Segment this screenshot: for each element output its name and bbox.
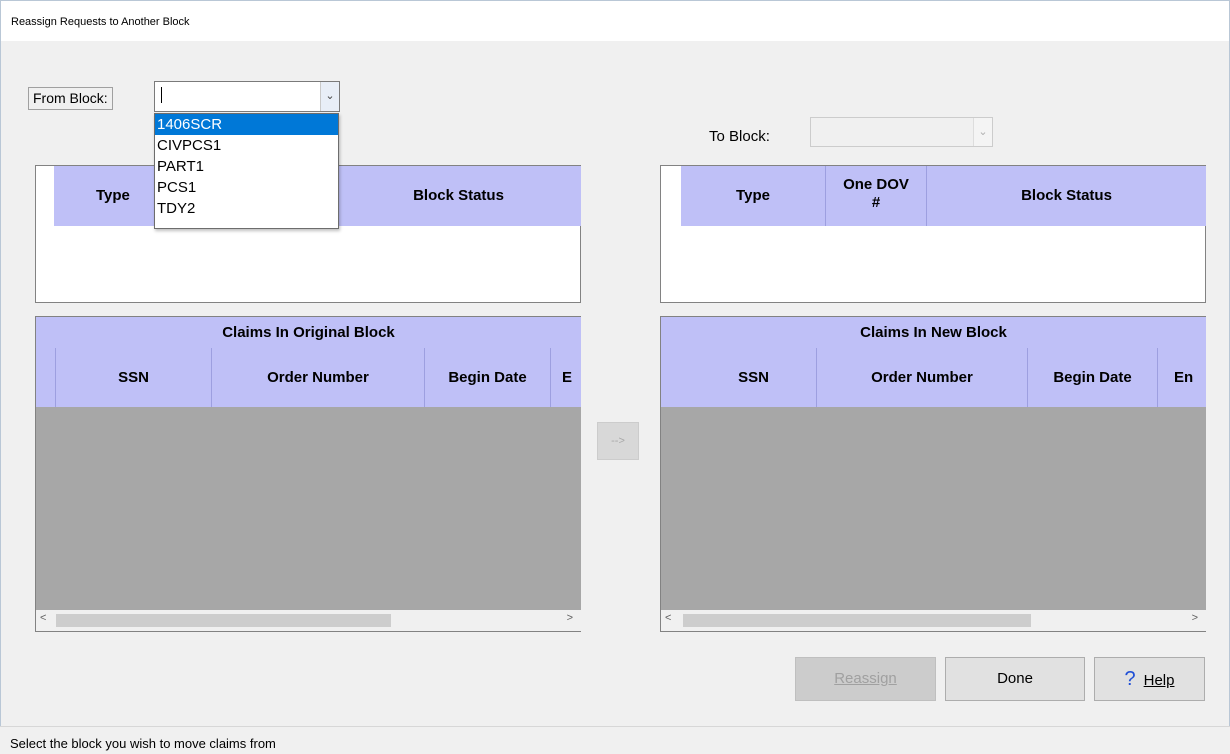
column-header-end-date[interactable]: En [1158, 348, 1206, 407]
scrollbar-thumb[interactable] [683, 614, 1031, 627]
from-block-label: From Block: [28, 87, 113, 110]
dropdown-option[interactable]: TDY2 [155, 198, 338, 219]
from-block-dropdown-list[interactable]: 1406SCR CIVPCS1 PART1 PCS1 TDY2 [154, 113, 339, 229]
window-border-left [0, 40, 1, 726]
column-header-order-number[interactable]: Order Number [817, 348, 1028, 407]
dropdown-option[interactable]: PART1 [155, 156, 338, 177]
help-button-label: Help [1143, 672, 1175, 689]
column-header-block-status[interactable]: Block Status [927, 166, 1206, 226]
status-text: Select the block you wish to move claims… [10, 736, 276, 751]
column-header-block-status[interactable]: Block Status [336, 166, 581, 226]
horizontal-scrollbar[interactable]: < > [36, 610, 581, 631]
column-header-ssn[interactable]: SSN [661, 348, 817, 407]
reassign-button-label: Reassign [834, 670, 897, 687]
scroll-right-icon[interactable]: > [1192, 612, 1198, 624]
grid-empty-area [661, 407, 1206, 610]
grid-caption: Claims In New Block [661, 317, 1206, 348]
claims-new-block-grid[interactable]: Claims In New Block SSN Order Number Beg… [660, 316, 1206, 632]
reassign-button[interactable]: Reassign [795, 657, 936, 701]
chevron-down-icon[interactable]: ⌄ [320, 82, 339, 111]
dropdown-option[interactable]: 1406SCR [155, 114, 338, 135]
scroll-left-icon[interactable]: < [40, 612, 46, 624]
row-selector-header [36, 348, 56, 407]
column-header-ssn[interactable]: SSN [56, 348, 212, 407]
help-button[interactable]: ? Help [1094, 657, 1205, 701]
help-icon: ? [1124, 668, 1136, 690]
column-header-begin-date[interactable]: Begin Date [1028, 348, 1158, 407]
status-bar: Select the block you wish to move claims… [0, 726, 1230, 754]
column-header-end-date[interactable]: E [551, 348, 581, 407]
column-header-begin-date[interactable]: Begin Date [425, 348, 551, 407]
window-title-bar: Reassign Requests to Another Block [0, 0, 1230, 41]
horizontal-scrollbar[interactable]: < > [661, 610, 1206, 631]
scroll-right-icon[interactable]: > [567, 612, 573, 624]
from-block-combobox[interactable]: ⌄ [154, 81, 340, 112]
grid-empty-area [36, 407, 581, 610]
dropdown-option[interactable]: PCS1 [155, 177, 338, 198]
dropdown-option[interactable]: CIVPCS1 [155, 135, 338, 156]
column-header-one-dov[interactable]: One DOV # [826, 166, 927, 226]
to-block-combobox[interactable]: ⌄ [810, 117, 993, 147]
to-block-label: To Block: [709, 128, 770, 145]
scroll-left-icon[interactable]: < [665, 612, 671, 624]
claims-original-block-grid[interactable]: Claims In Original Block SSN Order Numbe… [35, 316, 581, 632]
move-claims-button[interactable]: --> [597, 422, 639, 460]
to-block-grid[interactable]: Type One DOV # Block Status [660, 165, 1206, 303]
column-header-order-number[interactable]: Order Number [212, 348, 425, 407]
window-title: Reassign Requests to Another Block [11, 16, 190, 28]
done-button[interactable]: Done [945, 657, 1085, 701]
grid-caption: Claims In Original Block [36, 317, 581, 348]
text-caret [161, 87, 162, 103]
scrollbar-thumb[interactable] [56, 614, 391, 627]
chevron-down-icon[interactable]: ⌄ [973, 118, 992, 146]
column-header-type[interactable]: Type [681, 166, 826, 226]
